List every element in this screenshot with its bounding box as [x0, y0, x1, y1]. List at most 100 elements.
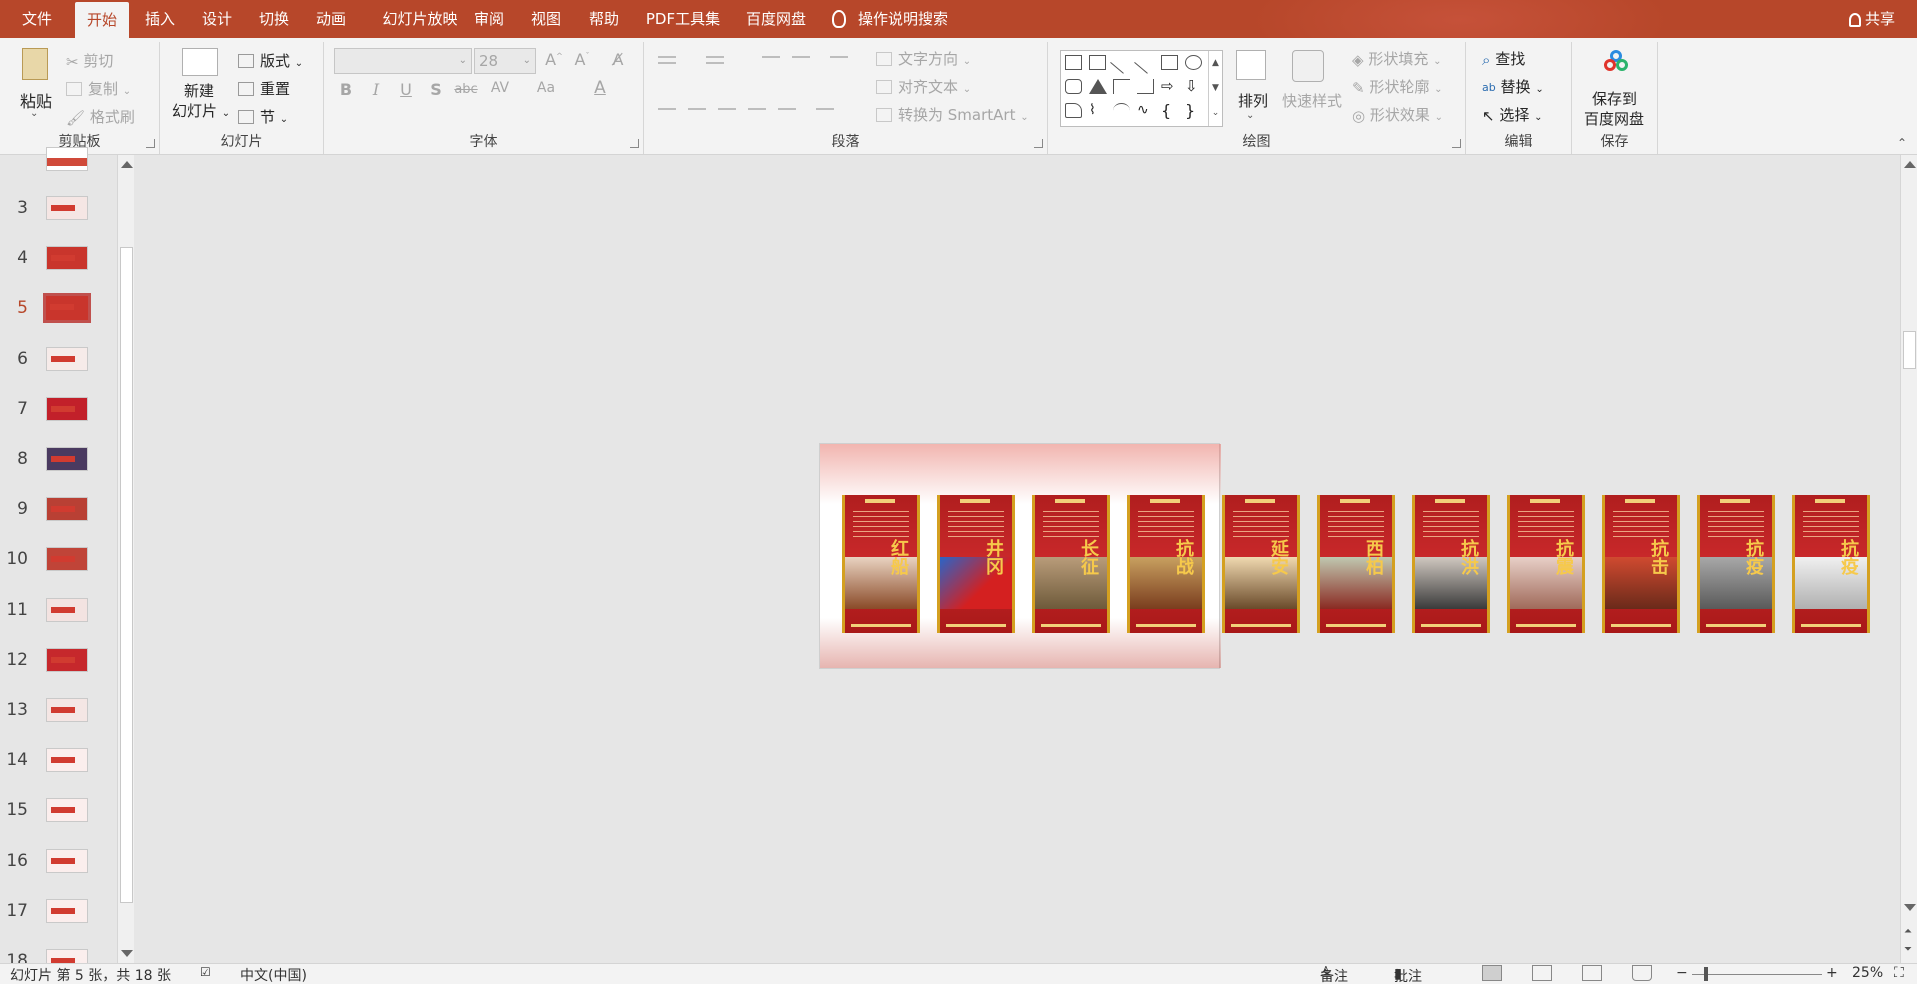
font-size-combo[interactable]: 28 ⌄	[474, 48, 536, 74]
numbering-icon[interactable]	[706, 56, 724, 58]
character-spacing-button[interactable]: AV	[488, 80, 512, 96]
slide-thumbnail-13[interactable]	[46, 698, 88, 722]
shape-effects-button[interactable]: ◎ 形状效果 ⌄	[1352, 104, 1443, 125]
shapes-gallery[interactable]: ⇨ ⇩ ⌇ ∿ { } ▲ ▼ ⌄	[1060, 50, 1223, 127]
paste-dropdown-icon[interactable]: ⌄	[30, 108, 38, 119]
decrease-indent-icon[interactable]	[762, 56, 780, 58]
thumbnail-scrollbar-thumb[interactable]	[120, 247, 133, 903]
slide-thumbnail-3[interactable]	[46, 196, 88, 220]
poster-image[interactable]: 抗击	[1602, 495, 1680, 633]
thumbnail-scrollbar[interactable]	[117, 155, 134, 963]
collapse-ribbon-icon[interactable]: ⌃	[1897, 136, 1907, 150]
layout-button[interactable]: 版式 ⌄	[238, 50, 303, 71]
slide-thumbnail-12[interactable]	[46, 647, 88, 672]
slide-sorter-view-icon[interactable]	[1532, 965, 1552, 981]
font-name-combo[interactable]: ⌄	[334, 48, 472, 74]
save-to-baidu-label-2[interactable]: 百度网盘	[1584, 108, 1644, 129]
down-arrow-shape-icon[interactable]: ⇩	[1185, 79, 1202, 94]
reading-view-icon[interactable]	[1582, 965, 1602, 981]
reset-button[interactable]: 重置	[238, 78, 290, 99]
tab-view[interactable]: 视图	[522, 0, 570, 38]
italic-button[interactable]: I	[364, 80, 388, 99]
zoom-slider-thumb[interactable]	[1704, 967, 1708, 981]
slide-thumbnail-15[interactable]	[46, 798, 88, 823]
font-dialog-launcher[interactable]	[630, 139, 639, 148]
zoom-out-icon[interactable]: −	[1676, 965, 1688, 981]
main-scrollbar-thumb[interactable]	[1903, 331, 1916, 369]
poster-image[interactable]: 抗洪	[1412, 495, 1490, 633]
tab-review[interactable]: 审阅	[465, 0, 513, 38]
quick-styles-button[interactable]: 快速样式	[1282, 90, 1342, 111]
tab-transitions[interactable]: 切换	[250, 0, 298, 38]
slide-thumbnail-5[interactable]	[43, 293, 91, 324]
slide-thumbnail-9[interactable]	[46, 497, 88, 522]
align-left-icon[interactable]	[658, 108, 676, 110]
poster-image[interactable]: 抗战	[1127, 495, 1205, 633]
spellcheck-icon[interactable]: ☑	[200, 965, 211, 979]
next-slide-icon[interactable]: ⏷	[1904, 944, 1912, 955]
distributed-icon[interactable]	[778, 108, 796, 110]
clear-formatting-icon[interactable]: A̸	[606, 50, 630, 69]
justify-icon[interactable]	[748, 108, 766, 110]
bold-button[interactable]: B	[334, 80, 358, 99]
poster-image[interactable]: 延安	[1222, 495, 1300, 633]
drawing-dialog-launcher[interactable]	[1452, 139, 1461, 148]
new-slide-label-2[interactable]: 幻灯片 ⌄	[172, 100, 230, 121]
save-to-baidu-button[interactable]: 保存到	[1592, 88, 1637, 109]
align-text-button[interactable]: 对齐文本 ⌄	[876, 76, 971, 97]
triangle-shape-icon[interactable]	[1089, 79, 1107, 94]
slide-thumbnail-partial[interactable]	[46, 147, 88, 171]
arrow-line-shape-icon[interactable]	[1134, 51, 1157, 74]
share-button[interactable]: 共享	[1848, 0, 1895, 38]
snip-rect-shape-icon[interactable]	[1065, 103, 1082, 118]
curve-shape-icon[interactable]: ∿	[1137, 103, 1154, 118]
line-shape-icon[interactable]	[1110, 51, 1133, 74]
right-brace-shape-icon[interactable]: }	[1185, 103, 1202, 119]
slide-thumbnail-14[interactable]	[46, 748, 88, 773]
zoom-slider[interactable]	[1692, 974, 1822, 975]
slide-thumbnail-17[interactable]	[46, 898, 88, 923]
zoom-level[interactable]: 25%	[1852, 965, 1883, 981]
clipboard-dialog-launcher[interactable]	[146, 139, 155, 148]
rectangle-shape-icon[interactable]	[1161, 55, 1178, 70]
find-button[interactable]: ⌕ 查找	[1482, 48, 1525, 69]
slide-thumbnail-8[interactable]	[46, 447, 88, 471]
tab-animations[interactable]: 动画	[307, 0, 355, 38]
cut-button[interactable]: ✂ 剪切	[66, 50, 113, 71]
slide-vertical-scrollbar[interactable]: ⏶ ⏷	[1900, 155, 1917, 963]
copy-button[interactable]: 复制 ⌄	[66, 78, 131, 99]
tell-me-search[interactable]: 操作说明搜索	[832, 0, 948, 38]
poster-image[interactable]: 抗疫	[1697, 495, 1775, 633]
columns-icon[interactable]	[816, 108, 834, 110]
scroll-down-arrow-icon[interactable]	[121, 950, 133, 957]
freeform-shape-icon[interactable]: ⌇	[1089, 103, 1106, 118]
section-button[interactable]: 节 ⌄	[238, 106, 288, 127]
underline-button[interactable]: U	[394, 80, 418, 99]
left-brace-shape-icon[interactable]: {	[1161, 103, 1178, 119]
main-scroll-up-arrow-icon[interactable]	[1904, 161, 1916, 168]
change-case-button[interactable]: Aa	[534, 80, 558, 96]
increase-font-icon[interactable]: A^	[542, 50, 566, 69]
vertical-textbox-shape-icon[interactable]	[1089, 55, 1106, 70]
tab-design[interactable]: 设计	[193, 0, 241, 38]
gallery-scroll-arrows[interactable]: ▲ ▼ ⌄	[1208, 51, 1222, 126]
oval-shape-icon[interactable]	[1185, 55, 1202, 70]
format-painter-button[interactable]: 🖌 格式刷	[66, 106, 135, 127]
poster-image[interactable]: 西柏	[1317, 495, 1395, 633]
main-scroll-down-arrow-icon[interactable]	[1904, 904, 1916, 911]
slide-thumbnail-6[interactable]	[46, 346, 88, 371]
arrange-dropdown-icon[interactable]: ⌄	[1246, 110, 1254, 121]
align-center-icon[interactable]	[688, 108, 706, 110]
arc-shape-icon[interactable]	[1113, 103, 1130, 118]
text-direction-button[interactable]: 文字方向 ⌄	[876, 48, 971, 69]
slideshow-view-icon[interactable]	[1632, 965, 1652, 981]
slide-thumbnail-16[interactable]	[46, 848, 88, 873]
poster-image[interactable]: 长征	[1032, 495, 1110, 633]
tab-home[interactable]: 开始	[75, 2, 129, 38]
right-arrow-shape-icon[interactable]: ⇨	[1161, 79, 1178, 94]
increase-indent-icon[interactable]	[792, 56, 810, 58]
align-right-icon[interactable]	[718, 108, 736, 110]
elbow-connector-icon[interactable]	[1113, 79, 1130, 94]
replace-button[interactable]: ab 替换 ⌄	[1482, 76, 1544, 97]
zoom-in-icon[interactable]: +	[1826, 965, 1838, 981]
